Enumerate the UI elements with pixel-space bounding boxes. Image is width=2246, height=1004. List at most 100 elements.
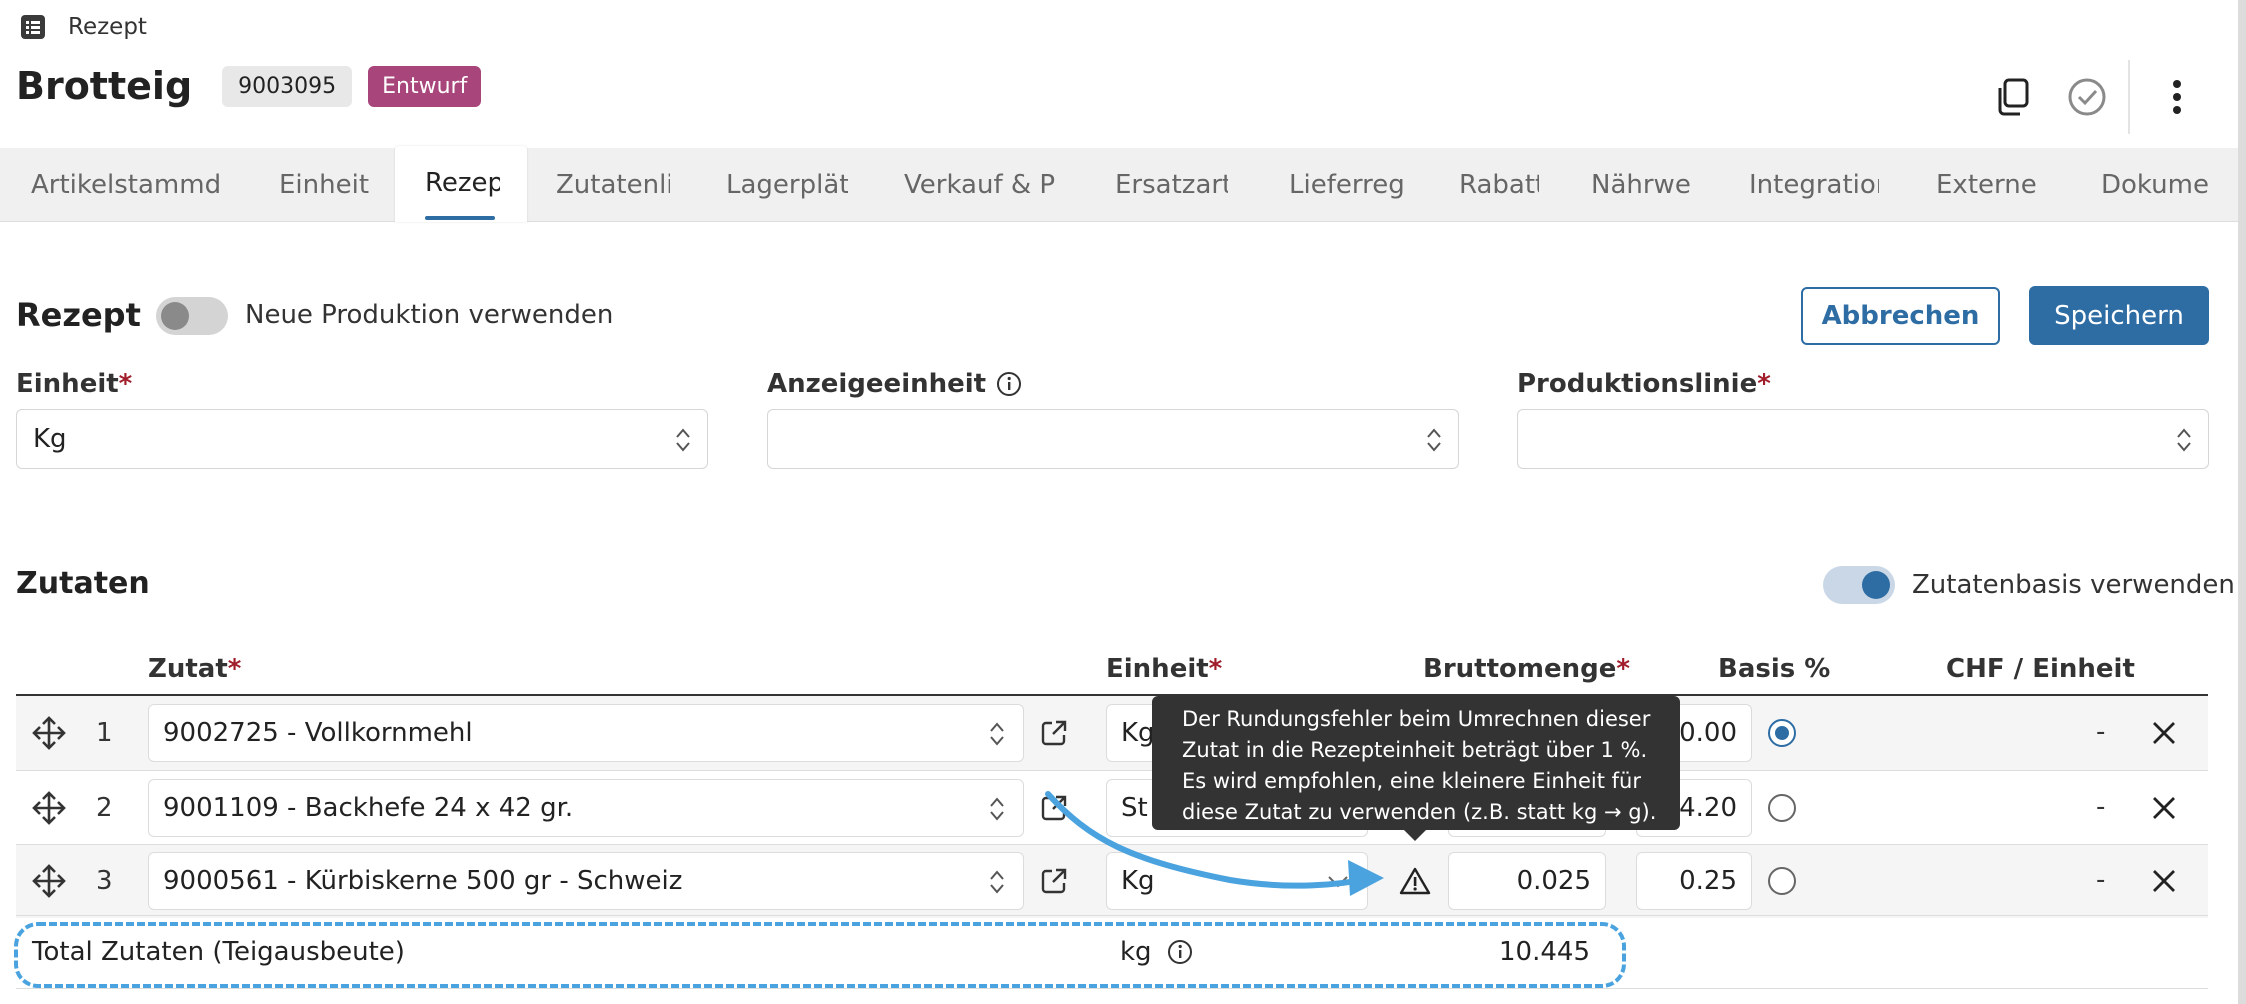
close-icon[interactable]: [2151, 720, 2177, 746]
tooltip-line: Zutat in die Rezepteinheit beträgt über …: [1182, 738, 1648, 762]
external-link-icon[interactable]: [1040, 719, 1068, 747]
row-divider: [16, 844, 2208, 845]
copy-button[interactable]: [1990, 74, 2036, 120]
ingredient-value: 9000561 - Kürbiskerne 500 gr - Schweiz: [163, 866, 683, 896]
row-divider: [16, 915, 2208, 916]
chevron-updown-icon: [990, 870, 1004, 894]
warning-tooltip: Der Rundungsfehler beim Umrechnen dieser…: [1152, 696, 1680, 830]
new-production-toggle[interactable]: [156, 297, 228, 335]
page-scrollbar[interactable]: [2238, 0, 2246, 1004]
basis-percent-value: 4.20: [1679, 793, 1737, 823]
tab-naehrwerte[interactable]: Nährwerte: [1591, 148, 1691, 222]
list-icon: [21, 15, 45, 39]
gross-quantity-input[interactable]: 0.025: [1448, 852, 1606, 910]
header-actions: [1990, 60, 2200, 134]
recipe-section-title: Rezept: [16, 296, 141, 334]
unit-select[interactable]: Kg: [1106, 852, 1368, 910]
info-icon[interactable]: [1167, 939, 1193, 965]
tab-ersatzartikel[interactable]: Ersatzartikel: [1115, 148, 1228, 222]
title-row: Brotteig 9003095 Entwurf: [16, 64, 482, 108]
ingredient-basis-toggle[interactable]: [1823, 566, 1895, 604]
save-button[interactable]: Speichern: [2029, 286, 2209, 345]
price-value: -: [2096, 865, 2106, 895]
total-divider: [16, 988, 2208, 989]
page-title: Brotteig: [16, 64, 193, 108]
total-value: 10.445: [1499, 937, 1590, 967]
tab-externe-systeme[interactable]: Externe Systeme: [1936, 148, 2044, 222]
ingredient-select[interactable]: 9002725 - Vollkornmehl: [148, 704, 1024, 762]
tab-lieferregeln[interactable]: Lieferregeln: [1289, 148, 1403, 222]
chevron-updown-icon: [990, 797, 1004, 821]
tab-dokumente[interactable]: Dokumente: [2101, 148, 2209, 222]
copy-icon: [1998, 78, 2029, 116]
ingredient-value: 9001109 - Backhefe 24 x 42 gr.: [163, 793, 574, 823]
breadcrumb-label: Rezept: [68, 14, 147, 40]
col-header-ingredient: Zutat*: [148, 654, 242, 684]
cancel-button[interactable]: Abbrechen: [1801, 287, 2000, 345]
external-link-icon[interactable]: [1040, 794, 1068, 822]
article-id-badge: 9003095: [222, 65, 353, 107]
row-index: 1: [96, 718, 113, 748]
new-production-toggle-label: Neue Produktion verwenden: [245, 300, 614, 330]
basis-percent-input[interactable]: 0.25: [1636, 852, 1752, 910]
col-header-price: CHF / Einheit: [1946, 654, 2135, 684]
tab-bar: Artikelstammdaten Einheit Rezept Zutaten…: [0, 146, 2238, 222]
warning-icon[interactable]: [1399, 866, 1431, 896]
unit-value: Kg: [1121, 866, 1155, 896]
ingredient-select[interactable]: 9000561 - Kürbiskerne 500 gr - Schweiz: [148, 852, 1024, 910]
basis-radio[interactable]: [1768, 794, 1796, 822]
tab-verkauf[interactable]: Verkauf & Preise: [904, 148, 1056, 222]
chevron-updown-icon: [1427, 428, 1441, 452]
close-icon[interactable]: [2151, 795, 2177, 821]
chevron-down-icon: [1328, 876, 1348, 888]
external-link-icon[interactable]: [1040, 867, 1068, 895]
drag-handle-icon[interactable]: [32, 716, 66, 750]
unit-value: St: [1121, 793, 1148, 823]
more-vertical-icon: [2173, 80, 2181, 114]
total-unit: kg: [1120, 937, 1152, 967]
header-divider: [2128, 60, 2130, 134]
tooltip-line: Der Rundungsfehler beim Umrechnen dieser: [1182, 707, 1651, 731]
row-index: 2: [96, 793, 113, 823]
gross-quantity-value: 0.025: [1516, 866, 1591, 896]
tab-artikelstammdaten[interactable]: Artikelstammdaten: [31, 148, 221, 222]
basis-radio[interactable]: [1768, 867, 1796, 895]
tooltip-line: Es wird empfohlen, eine kleinere Einheit…: [1182, 769, 1641, 793]
tab-lagerplaetze[interactable]: Lagerplätze: [726, 148, 848, 222]
breadcrumb: Rezept: [18, 12, 147, 42]
ingredient-select[interactable]: 9001109 - Backhefe 24 x 42 gr.: [148, 779, 1024, 837]
active-tab-indicator: [425, 216, 495, 220]
tab-zutatenliste[interactable]: Zutatenliste: [556, 148, 670, 222]
unit-select[interactable]: Kg: [16, 409, 708, 469]
col-header-unit: Einheit*: [1106, 654, 1223, 684]
more-button[interactable]: [2154, 74, 2200, 120]
production-line-field-label: Produktionslinie*: [1517, 369, 1771, 399]
info-icon[interactable]: [996, 371, 1022, 397]
unit-value: Kg: [1121, 718, 1155, 748]
ingredient-basis-toggle-label: Zutatenbasis verwenden: [1912, 570, 2235, 600]
col-header-gross: Bruttomenge*: [1423, 654, 1630, 684]
approve-button[interactable]: [2064, 74, 2110, 120]
col-header-basis: Basis %: [1718, 654, 1831, 684]
drag-handle-icon[interactable]: [32, 791, 66, 825]
tab-integration[interactable]: Integration: [1749, 148, 1879, 222]
tab-einheit[interactable]: Einheit: [279, 148, 369, 222]
ingredients-section-title: Zutaten: [16, 566, 150, 601]
tab-rabatt[interactable]: Rabatt: [1459, 148, 1539, 222]
check-circle-icon: [2068, 78, 2106, 116]
row-index: 3: [96, 866, 113, 896]
tooltip-arrow: [1404, 830, 1426, 841]
chevron-updown-icon: [2177, 428, 2191, 452]
price-value: -: [2096, 792, 2106, 822]
basis-radio[interactable]: [1768, 719, 1796, 747]
chevron-updown-icon: [990, 722, 1004, 746]
unit-field-label: Einheit*: [16, 369, 133, 399]
display-unit-select[interactable]: [767, 409, 1459, 469]
production-line-select[interactable]: [1517, 409, 2209, 469]
drag-handle-icon[interactable]: [32, 864, 66, 898]
price-value: -: [2096, 717, 2106, 747]
tab-rezept[interactable]: Rezept: [395, 146, 527, 222]
close-icon[interactable]: [2151, 868, 2177, 894]
chevron-updown-icon: [676, 428, 690, 452]
basis-percent-value: 0.25: [1679, 866, 1737, 896]
